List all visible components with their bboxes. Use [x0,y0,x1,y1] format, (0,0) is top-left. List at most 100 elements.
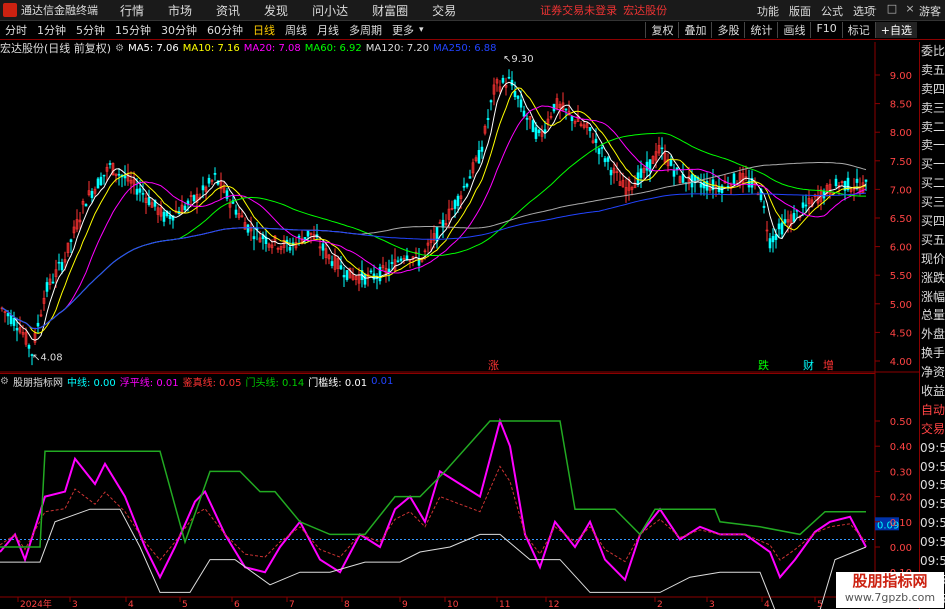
candle-body [6,313,10,317]
candle-body [768,238,772,249]
candle-body [345,270,349,280]
candle-body [639,168,643,178]
x-tick-label: 11 [499,600,510,609]
candle-body [675,167,679,170]
price-tick-label: 5.50 [890,271,912,282]
ind-tick-label: 0.20 [890,493,912,504]
candle-body [390,262,394,264]
quote-field: 净资 [920,365,945,380]
price-tick-label: 6.00 [890,243,912,254]
candle-body [369,270,373,273]
x-tick-label: 4 [764,600,770,609]
quote-field: 卖三 [920,100,945,115]
candle-body [501,77,505,83]
event-marker: 涨 [488,359,499,372]
candle-body [213,172,217,175]
quote-field: 卖一 [920,138,945,153]
candle-body [396,260,400,263]
candle-body [801,202,805,208]
candle-body [597,148,601,155]
ind-tick-label: 0.30 [890,467,912,478]
indicator-lines: 0.09 [0,417,899,609]
x-tick-label: 8 [344,600,350,609]
candle-body [363,274,367,285]
candle-body [534,127,538,139]
candle-body [321,243,325,251]
x-tick-label: 7 [289,600,295,609]
price-tick-label: 5.00 [890,300,912,311]
quote-field: 涨幅 [920,289,945,304]
quote-field: 09:58 [920,478,945,493]
candle-body [486,118,490,121]
x-tick-label: 5 [182,600,188,609]
candle-body [168,215,172,220]
candle-body [102,174,106,177]
right-quote-panel: 委比 卖五 卖四 卖三 卖二 卖一 买一 买二 买三 买四 买五 现价 涨跌 涨幅 总量 外盘 换手 净资 收益 自动… [919,42,945,609]
candle-body [330,261,334,266]
candle-body [783,219,787,224]
candle-body [69,239,73,243]
quote-field: 现价 [920,251,945,266]
quote-field: 总量 [920,308,945,323]
candle-body [600,147,604,149]
ma250-line [1,192,867,330]
quote-field: 外盘 [920,327,945,342]
price-tick-label: 4.50 [890,328,912,339]
ind-tick-label: 0.10 [890,518,912,529]
candle-body [762,205,766,208]
quote-field: 买二 [920,176,945,191]
candle-body [645,161,649,171]
candle-body [147,197,151,205]
x-tick-label: 3 [72,600,78,609]
candle-body [141,193,145,195]
ind-tick-label: 0.50 [890,417,912,428]
candle-body [864,179,868,182]
candle-body [405,255,409,260]
x-tick-label: 9 [402,600,408,609]
candle-body [84,203,88,207]
price-tick-label: 7.00 [890,185,912,196]
x-tick-label: 5 [817,600,823,609]
candle-body [732,173,736,184]
price-tick-label: 7.50 [890,157,912,168]
candle-body [594,138,598,143]
candle-body [117,173,121,176]
candle-body [234,209,238,215]
quote-field: 买一 [920,157,945,172]
x-tick-label: 2 [657,600,663,609]
candle-body [453,200,457,209]
candle-body [570,116,574,122]
fuping-line [0,417,867,582]
candle-body [96,178,100,189]
candle-body [564,108,568,111]
indicator-info-bar: ⚙ 股朋指标网 中线: 0.00 浮平线: 0.01 鉴真线: 0.05 门头线… [0,373,875,389]
quote-field: 委比 [920,44,945,58]
ma20-line [1,105,867,330]
candle-body [462,186,466,188]
event-marker: 跌 [758,358,769,372]
candle-body [60,262,64,271]
chart-canvas[interactable]: ↖9.30↖4.08涨跌财增 0.09 9.008.508.007.507.00… [0,0,945,609]
indicator-name: 股朋指标网 [12,377,63,389]
candle-body [192,195,196,202]
quote-field: 换手 [920,346,945,361]
indicator-settings-icon[interactable]: ⚙ [0,376,9,387]
high-price-label: ↖9.30 [503,54,534,65]
candle-body [531,120,535,133]
quote-field: 交易 [920,421,945,436]
watermark-title: 股朋指标网 [852,572,928,590]
candle-body [777,223,781,230]
x-tick-label: 2024年 [20,598,52,609]
event-marker: 增 [823,358,834,372]
low-price-label: ↖4.08 [32,352,63,363]
candle-body [303,237,307,240]
candle-body [246,224,250,233]
candle-body [477,150,481,164]
x-tick-label: 12 [548,600,559,609]
candle-body [339,265,343,270]
quote-field: 买五 [920,232,945,247]
candles [0,69,868,366]
candle-body [468,176,472,179]
candle-body [660,147,664,150]
ma-lines: ↖9.30 ↖4.08 涨 跌 财增 [1,54,867,372]
